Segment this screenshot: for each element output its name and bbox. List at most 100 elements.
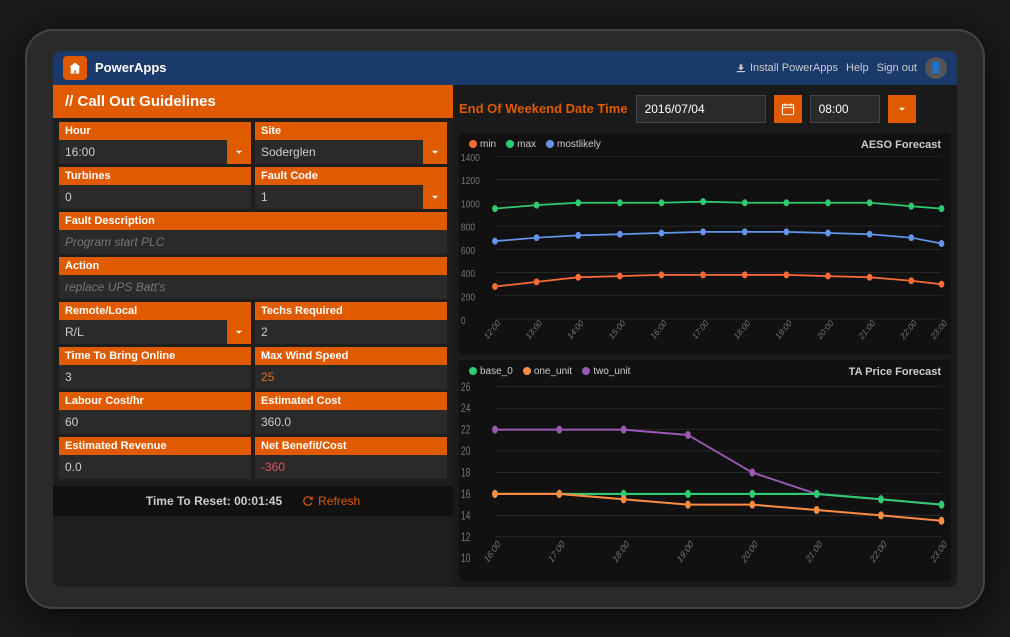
svg-text:10: 10 [461, 553, 471, 566]
fault-code-dropdown[interactable] [423, 185, 447, 209]
hour-field: Hour 16:00 [59, 122, 251, 164]
svg-text:23:00: 23:00 [929, 538, 948, 565]
svg-text:22:00: 22:00 [899, 317, 919, 341]
est-cost-label: Estimated Cost [255, 392, 447, 410]
panel-header: // Call Out Guidelines [53, 85, 453, 118]
time-dropdown-button[interactable] [888, 95, 916, 123]
date-input[interactable]: 2016/07/04 [636, 95, 766, 123]
revenue-net-row: Estimated Revenue 0.0 Net Benefit/Cost -… [59, 437, 447, 479]
est-revenue-label: Estimated Revenue [59, 437, 251, 455]
help-button[interactable]: Help [846, 62, 869, 74]
labour-cost-value[interactable]: 60 [59, 410, 251, 434]
fault-desc-label: Fault Description [59, 212, 447, 230]
remote-local-field: Remote/Local R/L [59, 302, 251, 344]
svg-text:20:00: 20:00 [815, 317, 835, 341]
fault-code-value[interactable]: 1 [255, 185, 447, 209]
time-online-value[interactable]: 3 [59, 365, 251, 389]
svg-text:14: 14 [461, 510, 471, 523]
svg-text:17:00: 17:00 [547, 538, 566, 565]
remote-local-value[interactable]: R/L [59, 320, 251, 344]
action-label: Action [59, 257, 447, 275]
screen: PowerApps Install PowerApps Help Sign ou… [53, 51, 957, 587]
svg-text:20: 20 [461, 445, 471, 458]
device-frame: PowerApps Install PowerApps Help Sign ou… [25, 29, 985, 609]
home-button[interactable] [63, 56, 87, 80]
svg-text:19:00: 19:00 [774, 317, 794, 341]
turbines-label: Turbines [59, 167, 251, 185]
max-wind-field: Max Wind Speed 25 [255, 347, 447, 389]
time-online-field: Time To Bring Online 3 [59, 347, 251, 389]
techs-required-field: Techs Required 2 [255, 302, 447, 344]
svg-text:1200: 1200 [461, 175, 480, 187]
svg-text:16:00: 16:00 [483, 538, 502, 565]
svg-text:15:00: 15:00 [607, 317, 627, 341]
time-wind-row: Time To Bring Online 3 Max Wind Speed 25 [59, 347, 447, 389]
svg-text:800: 800 [461, 221, 475, 233]
hour-site-row: Hour 16:00 Site Soderglen [59, 122, 447, 164]
svg-text:13:00: 13:00 [524, 317, 544, 341]
ta-price-forecast-chart: base_0 one_unit two_unit TA Price Foreca… [459, 360, 951, 581]
svg-text:400: 400 [461, 268, 475, 280]
net-benefit-value[interactable]: -360 [255, 455, 447, 479]
time-to-reset: Time To Reset: 00:01:45 [146, 494, 282, 508]
max-wind-value[interactable]: 25 [255, 365, 447, 389]
svg-text:22: 22 [461, 424, 471, 437]
site-value[interactable]: Soderglen [255, 140, 447, 164]
svg-text:24: 24 [461, 402, 471, 415]
main-content: // Call Out Guidelines Hour 16:00 [53, 85, 957, 587]
labour-cost-row: Labour Cost/hr 60 Estimated Cost 360.0 [59, 392, 447, 434]
calendar-icon[interactable] [774, 95, 802, 123]
est-revenue-value[interactable]: 0.0 [59, 455, 251, 479]
svg-text:22:00: 22:00 [869, 538, 888, 565]
est-cost-field: Estimated Cost 360.0 [255, 392, 447, 434]
nav-right: Install PowerApps Help Sign out 👤 [735, 57, 947, 79]
hour-dropdown[interactable] [227, 140, 251, 164]
net-benefit-label: Net Benefit/Cost [255, 437, 447, 455]
site-label: Site [255, 122, 447, 140]
date-time-header: End Of Weekend Date Time 2016/07/04 08:0… [459, 91, 951, 127]
est-revenue-field: Estimated Revenue 0.0 [59, 437, 251, 479]
hour-value[interactable]: 16:00 [59, 140, 251, 164]
svg-text:18:00: 18:00 [611, 538, 630, 565]
svg-text:16: 16 [461, 488, 471, 501]
fault-desc-value[interactable]: Program start PLC [59, 230, 447, 254]
est-cost-value[interactable]: 360.0 [255, 410, 447, 434]
svg-text:12: 12 [461, 531, 471, 544]
max-wind-label: Max Wind Speed [255, 347, 447, 365]
remote-local-dropdown[interactable] [227, 320, 251, 344]
signout-button[interactable]: Sign out [877, 62, 917, 74]
action-field: Action replace UPS Batt's [59, 257, 447, 299]
site-dropdown[interactable] [423, 140, 447, 164]
time-input[interactable]: 08:00 [810, 95, 880, 123]
turbines-field: Turbines 0 [59, 167, 251, 209]
svg-text:18: 18 [461, 467, 471, 480]
site-field: Site Soderglen [255, 122, 447, 164]
status-bar: Time To Reset: 00:01:45 Refresh [53, 486, 453, 516]
form-section: Hour 16:00 Site Soderglen [53, 118, 453, 486]
user-avatar[interactable]: 👤 [925, 57, 947, 79]
action-value[interactable]: replace UPS Batt's [59, 275, 447, 299]
remote-techs-row: Remote/Local R/L Techs Required [59, 302, 447, 344]
svg-text:1000: 1000 [461, 198, 480, 210]
app-title: PowerApps [95, 60, 727, 75]
svg-text:12:00: 12:00 [482, 317, 502, 341]
left-panel: // Call Out Guidelines Hour 16:00 [53, 85, 453, 587]
remote-local-label: Remote/Local [59, 302, 251, 320]
refresh-button[interactable]: Refresh [302, 494, 360, 508]
chart2-svg: 26 24 22 20 18 16 14 12 10 [459, 360, 951, 581]
svg-text:20:00: 20:00 [740, 538, 759, 565]
turbines-value[interactable]: 0 [59, 185, 251, 209]
svg-text:19:00: 19:00 [676, 538, 695, 565]
right-panel: End Of Weekend Date Time 2016/07/04 08:0… [453, 85, 957, 587]
hour-label: Hour [59, 122, 251, 140]
labour-cost-label: Labour Cost/hr [59, 392, 251, 410]
svg-text:21:00: 21:00 [857, 317, 877, 341]
svg-text:1400: 1400 [461, 152, 480, 164]
fault-desc-field: Fault Description Program start PLC [59, 212, 447, 254]
techs-required-label: Techs Required [255, 302, 447, 320]
svg-text:17:00: 17:00 [690, 317, 710, 341]
turbines-fault-row: Turbines 0 Fault Code 1 [59, 167, 447, 209]
install-button[interactable]: Install PowerApps [735, 62, 838, 74]
techs-required-value[interactable]: 2 [255, 320, 447, 344]
fault-code-field: Fault Code 1 [255, 167, 447, 209]
